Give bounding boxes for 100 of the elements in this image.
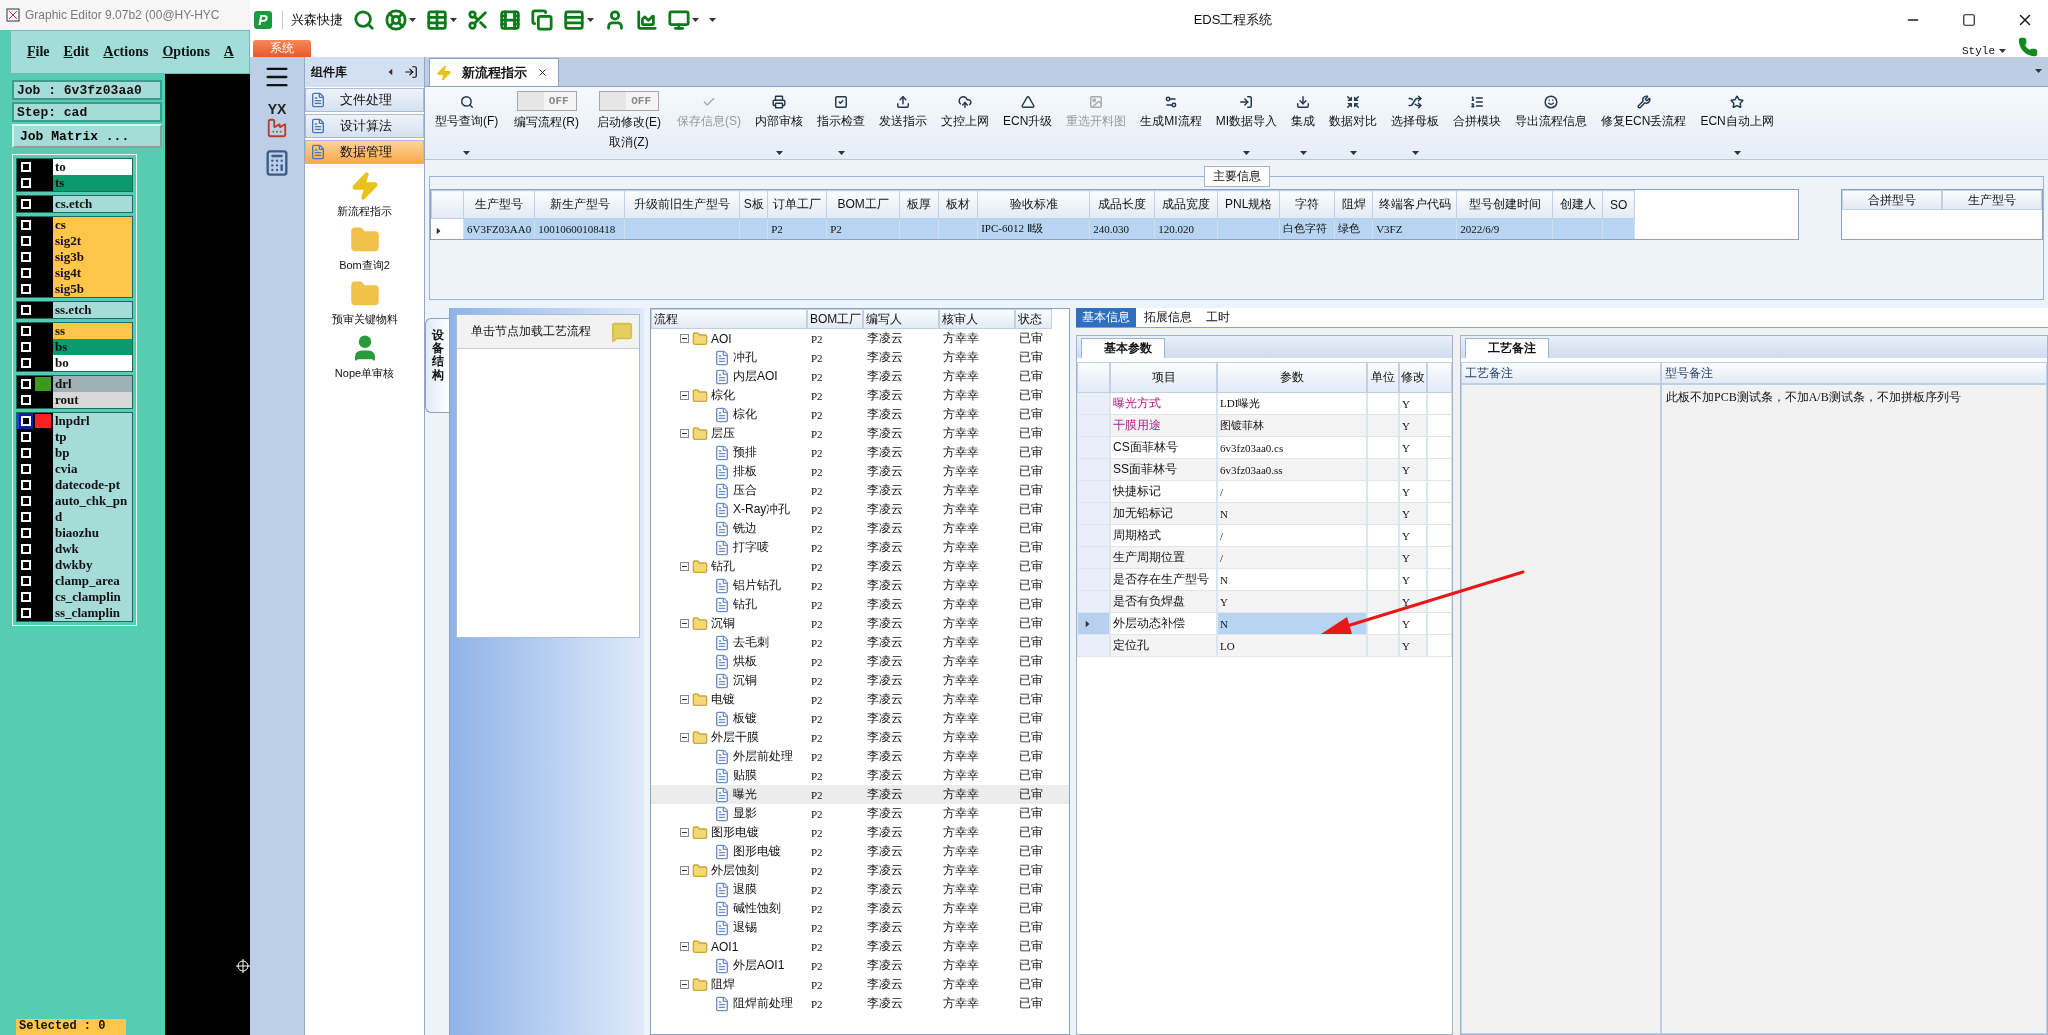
menu-item[interactable]: Edit — [63, 44, 90, 60]
collapse-icon[interactable] — [680, 733, 689, 742]
layer-name[interactable]: clamp_area — [53, 573, 132, 589]
toolbar-button[interactable]: 数据对比 — [1325, 87, 1382, 159]
layer-checkbox[interactable] — [19, 281, 33, 297]
column-header[interactable]: 状态 — [1015, 309, 1052, 329]
layer-name[interactable]: cs.etch — [53, 196, 132, 212]
collapse-icon[interactable] — [680, 429, 689, 438]
layer-checkbox[interactable] — [19, 339, 33, 355]
layer-row[interactable]: ss_clamplin — [17, 605, 132, 621]
caret-icon[interactable] — [837, 151, 845, 155]
caret-icon[interactable] — [775, 151, 783, 155]
toolbar-button[interactable]: ECN自动上网 — [1696, 87, 1778, 159]
toolbar-button[interactable]: 指示检查 — [813, 87, 869, 159]
layer-row[interactable]: cvia — [17, 461, 132, 477]
layer-checkbox[interactable] — [19, 477, 33, 493]
layer-row[interactable]: datecode-pt — [17, 477, 132, 493]
layer-checkbox[interactable] — [19, 265, 33, 281]
caret-icon[interactable] — [587, 18, 594, 22]
user-icon[interactable] — [604, 9, 626, 31]
layer-name[interactable]: tp — [53, 429, 132, 445]
collapse-icon[interactable] — [680, 828, 689, 837]
caret-icon[interactable] — [463, 151, 471, 155]
caret-icon[interactable] — [692, 18, 699, 22]
layer-checkbox[interactable] — [19, 461, 33, 477]
collapse-icon[interactable] — [680, 942, 689, 951]
layer-row[interactable]: lnpdrl — [17, 413, 132, 429]
column-header[interactable]: SO — [1602, 190, 1635, 219]
toolbar-button[interactable]: 型号查询(F) — [431, 87, 503, 159]
layer-row[interactable]: ss.etch — [17, 302, 132, 318]
column-header[interactable]: 新生产型号 — [534, 190, 625, 219]
layer-name[interactable]: biaozhu — [53, 525, 132, 541]
caret-icon[interactable] — [1349, 151, 1357, 155]
layer-row[interactable]: bo — [17, 355, 132, 371]
factory-logo[interactable]: YX — [266, 101, 288, 139]
layer-checkbox[interactable] — [19, 376, 33, 392]
menu-item[interactable]: File — [27, 44, 50, 60]
document-tab[interactable]: 新流程指示 — [429, 58, 559, 86]
caret-icon[interactable] — [709, 18, 716, 22]
layer-row[interactable]: cs_clamplin — [17, 589, 132, 605]
layer-row[interactable]: cs.etch — [17, 196, 132, 212]
layer-name[interactable]: drl — [53, 376, 132, 392]
layer-checkbox[interactable] — [19, 249, 33, 265]
side-tab[interactable]: 设备结构 — [425, 318, 449, 413]
layer-row[interactable]: tp — [17, 429, 132, 445]
collapse-icon[interactable] — [680, 619, 689, 628]
caret-icon[interactable] — [1242, 151, 1250, 155]
layer-row[interactable]: to — [17, 159, 132, 175]
layer-row[interactable]: ts — [17, 175, 132, 191]
layer-name[interactable]: cs_clamplin — [53, 589, 132, 605]
column-header[interactable]: 成品长度 — [1089, 190, 1155, 219]
layer-row[interactable]: rout — [17, 392, 132, 408]
layer-name[interactable]: cs — [53, 217, 132, 233]
column-header[interactable]: 终端客户代码 — [1372, 190, 1457, 219]
layer-name[interactable]: ss — [53, 323, 132, 339]
caret-icon[interactable] — [1411, 151, 1419, 155]
sidebar-item[interactable]: Bom查询2 — [339, 258, 390, 273]
layer-checkbox[interactable] — [19, 445, 33, 461]
toolbar-button[interactable]: ECN升级 — [999, 87, 1057, 159]
film-icon[interactable] — [499, 9, 521, 31]
sidebar-item[interactable]: Nope单审核 — [334, 366, 395, 381]
column-header[interactable]: PNL规格 — [1217, 190, 1280, 219]
layer-name[interactable]: lnpdrl — [53, 413, 132, 429]
layer-name[interactable]: datecode-pt — [53, 477, 132, 493]
column-header[interactable]: 合拼型号 — [1842, 190, 1942, 210]
maximize-icon[interactable] — [1962, 13, 1976, 27]
search-icon[interactable] — [353, 9, 375, 31]
sidebar-item[interactable]: 预审关键物料 — [331, 312, 398, 327]
panel-tab[interactable]: 基本参数 — [1081, 338, 1165, 358]
collapse-icon[interactable] — [680, 391, 689, 400]
job-matrix-button[interactable]: Job Matrix ... — [12, 124, 162, 148]
column-header[interactable]: 阻焊 — [1334, 190, 1373, 219]
remark-field[interactable]: 此板不加PCB测试条，不加A/B测试条，不加拼板序列号 — [1661, 384, 2047, 1034]
layer-name[interactable]: dwk — [53, 541, 132, 557]
toolbar-button[interactable]: 选择母板 — [1387, 87, 1444, 159]
column-header[interactable]: 创建人 — [1552, 190, 1603, 219]
scissors-icon[interactable] — [467, 9, 489, 31]
layer-checkbox[interactable] — [19, 413, 33, 429]
column-header[interactable]: 生产型号 — [1942, 190, 2042, 210]
toolbar-button[interactable]: 发送指示 — [875, 87, 931, 159]
sidebar-section[interactable]: 数据管理 — [305, 140, 424, 164]
area-chart-icon[interactable] — [636, 9, 658, 31]
layer-checkbox[interactable] — [19, 557, 33, 573]
column-header[interactable]: 参数 — [1217, 362, 1367, 393]
layer-row[interactable]: auto_chk_pn — [17, 493, 132, 509]
sidebar-item[interactable]: 新流程指示 — [337, 204, 392, 219]
layer-row[interactable]: bs — [17, 339, 132, 355]
layer-row[interactable]: sig2t — [17, 233, 132, 249]
style-dropdown[interactable]: Style — [1962, 45, 2006, 57]
toolbar-button[interactable]: 内部审核 — [751, 87, 807, 159]
layer-checkbox[interactable] — [19, 509, 33, 525]
table-icon[interactable] — [426, 9, 448, 31]
layer-checkbox[interactable] — [19, 493, 33, 509]
layer-row[interactable]: dwkby — [17, 557, 132, 573]
menu-item[interactable]: A — [223, 44, 234, 60]
column-header[interactable]: 型号创建时间 — [1456, 190, 1553, 219]
column-header[interactable]: 验收标准 — [977, 190, 1090, 219]
remark-field[interactable] — [1461, 384, 1661, 1034]
column-header[interactable]: 字符 — [1279, 190, 1335, 219]
layer-name[interactable]: to — [53, 159, 132, 175]
